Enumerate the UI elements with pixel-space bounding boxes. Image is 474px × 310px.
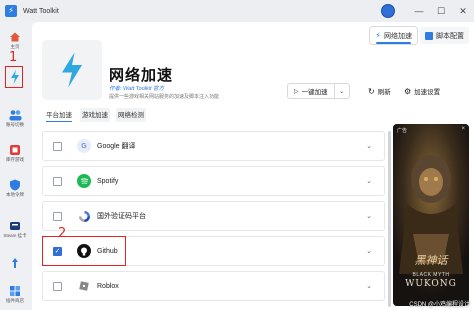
game-library-icon	[9, 143, 22, 156]
list-item-name: Google 翻译	[97, 143, 136, 150]
annotation-box-2	[42, 236, 126, 266]
watermark: CSDN @小鸡编程设计	[409, 302, 470, 308]
refresh-label: 刷新	[377, 89, 391, 96]
script-icon	[425, 31, 433, 40]
close-button[interactable]: ✕	[452, 0, 474, 22]
google-translate-icon: G	[77, 139, 91, 153]
window-title: Watt Toolkit	[23, 7, 59, 15]
checkbox[interactable]	[53, 141, 62, 151]
refresh-icon: ↻	[368, 86, 375, 96]
sidebar-item-home[interactable]: 主页	[0, 30, 30, 50]
sidebar-item-pin[interactable]	[0, 256, 30, 269]
play-icon: ▷	[294, 88, 299, 95]
list-item[interactable]: Roblox ⌄	[42, 271, 385, 301]
list-item[interactable]: Spotify ⌄	[42, 166, 385, 196]
plugin-title: 网络加速	[109, 67, 174, 84]
maximize-button[interactable]: ☐	[430, 0, 452, 22]
annotation-number-1: 1	[9, 50, 18, 65]
tab-network-check[interactable]: 网络检测	[116, 108, 146, 122]
sidebar-item-label: 库存游戏	[6, 157, 24, 162]
checkbox[interactable]	[53, 281, 62, 291]
chevron-down-icon[interactable]: ⌄	[366, 282, 372, 290]
plugin-description: 提供一些游戏相关网站服务的加速及脚本注入功能	[109, 94, 220, 100]
tab-label: 脚本配置	[436, 32, 464, 40]
annotation-box-1	[5, 66, 23, 88]
tab-script-config[interactable]: 脚本配置	[420, 27, 469, 44]
plugin-logo-icon	[42, 40, 102, 100]
sidebar-item-game-library[interactable]: 库存游戏	[0, 143, 30, 163]
home-icon	[9, 30, 22, 43]
accelerate-button[interactable]: ▷ 一键加速	[288, 84, 335, 98]
sidebar-item-plugin-store[interactable]: 插件商店	[0, 284, 30, 304]
checkbox[interactable]	[53, 211, 62, 221]
ad-game-subtitle: WUKONG	[405, 279, 457, 289]
lightning-icon: ⚡	[375, 31, 381, 40]
sidebar-item-steam-idle[interactable]: Steam 挂卡	[0, 219, 30, 239]
spotify-icon	[77, 174, 91, 188]
sidebar-item-label: 本地令牌	[6, 192, 24, 197]
accelerate-button-group: ▷ 一键加速 ⌄	[287, 83, 350, 99]
ad-label: 广告	[397, 128, 408, 134]
list-item[interactable]: G Google 翻译 ⌄	[42, 131, 385, 161]
tab-underline	[376, 42, 411, 44]
users-icon	[9, 108, 22, 121]
list-scrollbar[interactable]	[388, 131, 391, 307]
tab-platform-accel[interactable]: 平台加速	[44, 108, 74, 122]
ad-banner[interactable]: 黑神话 广告 × BLACK MYTH WUKONG	[393, 124, 469, 306]
top-tabs: ⚡ 网络加速 脚本配置	[370, 27, 469, 44]
minimize-button[interactable]: —	[408, 0, 430, 22]
tab-label: 网络加速	[384, 32, 412, 40]
chevron-down-icon[interactable]: ⌄	[366, 142, 372, 150]
ad-game-title: BLACK MYTH	[412, 272, 450, 278]
list-item[interactable]: 国外验证码平台 ⌄	[42, 201, 385, 231]
sidebar-item-label: 插件商店	[6, 298, 24, 303]
accelerate-dropdown-button[interactable]: ⌄	[335, 84, 349, 98]
title-bar: ⚡ Watt Toolkit — ☐ ✕	[0, 0, 474, 22]
refresh-button[interactable]: ↻ 刷新	[368, 83, 391, 99]
svg-text:黑神话: 黑神话	[415, 254, 450, 267]
sidebar-item-accounts[interactable]: 账号切换	[0, 108, 30, 128]
sub-tabs: 平台加速 游戏加速 网络检测	[44, 108, 146, 122]
checkbox[interactable]	[53, 176, 62, 186]
list-item-name: Spotify	[97, 177, 119, 185]
settings-button[interactable]: ⚙ 加速设置	[404, 83, 440, 99]
recaptcha-icon	[77, 209, 91, 223]
sidebar-item-label: 账号切换	[6, 122, 24, 127]
tab-game-accel[interactable]: 游戏加速	[80, 108, 110, 122]
sidebar-item-label: Steam 挂卡	[3, 233, 27, 238]
tab-network-accel[interactable]: ⚡ 网络加速	[370, 27, 417, 44]
app-logo-icon: ⚡	[5, 5, 17, 17]
accelerate-list: G Google 翻译 ⌄ Spotify ⌄ 国外验证码平台 ⌄ ✓ Gith…	[42, 131, 385, 310]
auth-token-icon	[9, 178, 22, 191]
user-avatar[interactable]	[381, 4, 395, 18]
list-item-name: Roblox	[97, 282, 119, 290]
settings-label: 加速设置	[414, 89, 441, 96]
chevron-down-icon[interactable]: ⌄	[366, 212, 372, 220]
steam-idle-icon	[9, 219, 22, 232]
accelerate-label: 一键加速	[301, 89, 328, 96]
plugin-author[interactable]: 作者: Watt Toolkit 官方	[109, 84, 164, 92]
gear-icon: ⚙	[404, 86, 412, 96]
chevron-down-icon[interactable]: ⌄	[366, 247, 372, 255]
pin-icon	[9, 256, 22, 269]
list-item-name: 国外验证码平台	[97, 213, 146, 220]
chevron-down-icon[interactable]: ⌄	[366, 177, 372, 185]
sidebar-item-auth[interactable]: 本地令牌	[0, 178, 30, 198]
chevron-down-icon: ⌄	[339, 88, 345, 95]
window-controls: — ☐ ✕	[408, 0, 474, 22]
close-icon[interactable]: ×	[461, 126, 465, 132]
roblox-icon	[77, 279, 91, 293]
plugin-store-icon	[9, 284, 22, 297]
